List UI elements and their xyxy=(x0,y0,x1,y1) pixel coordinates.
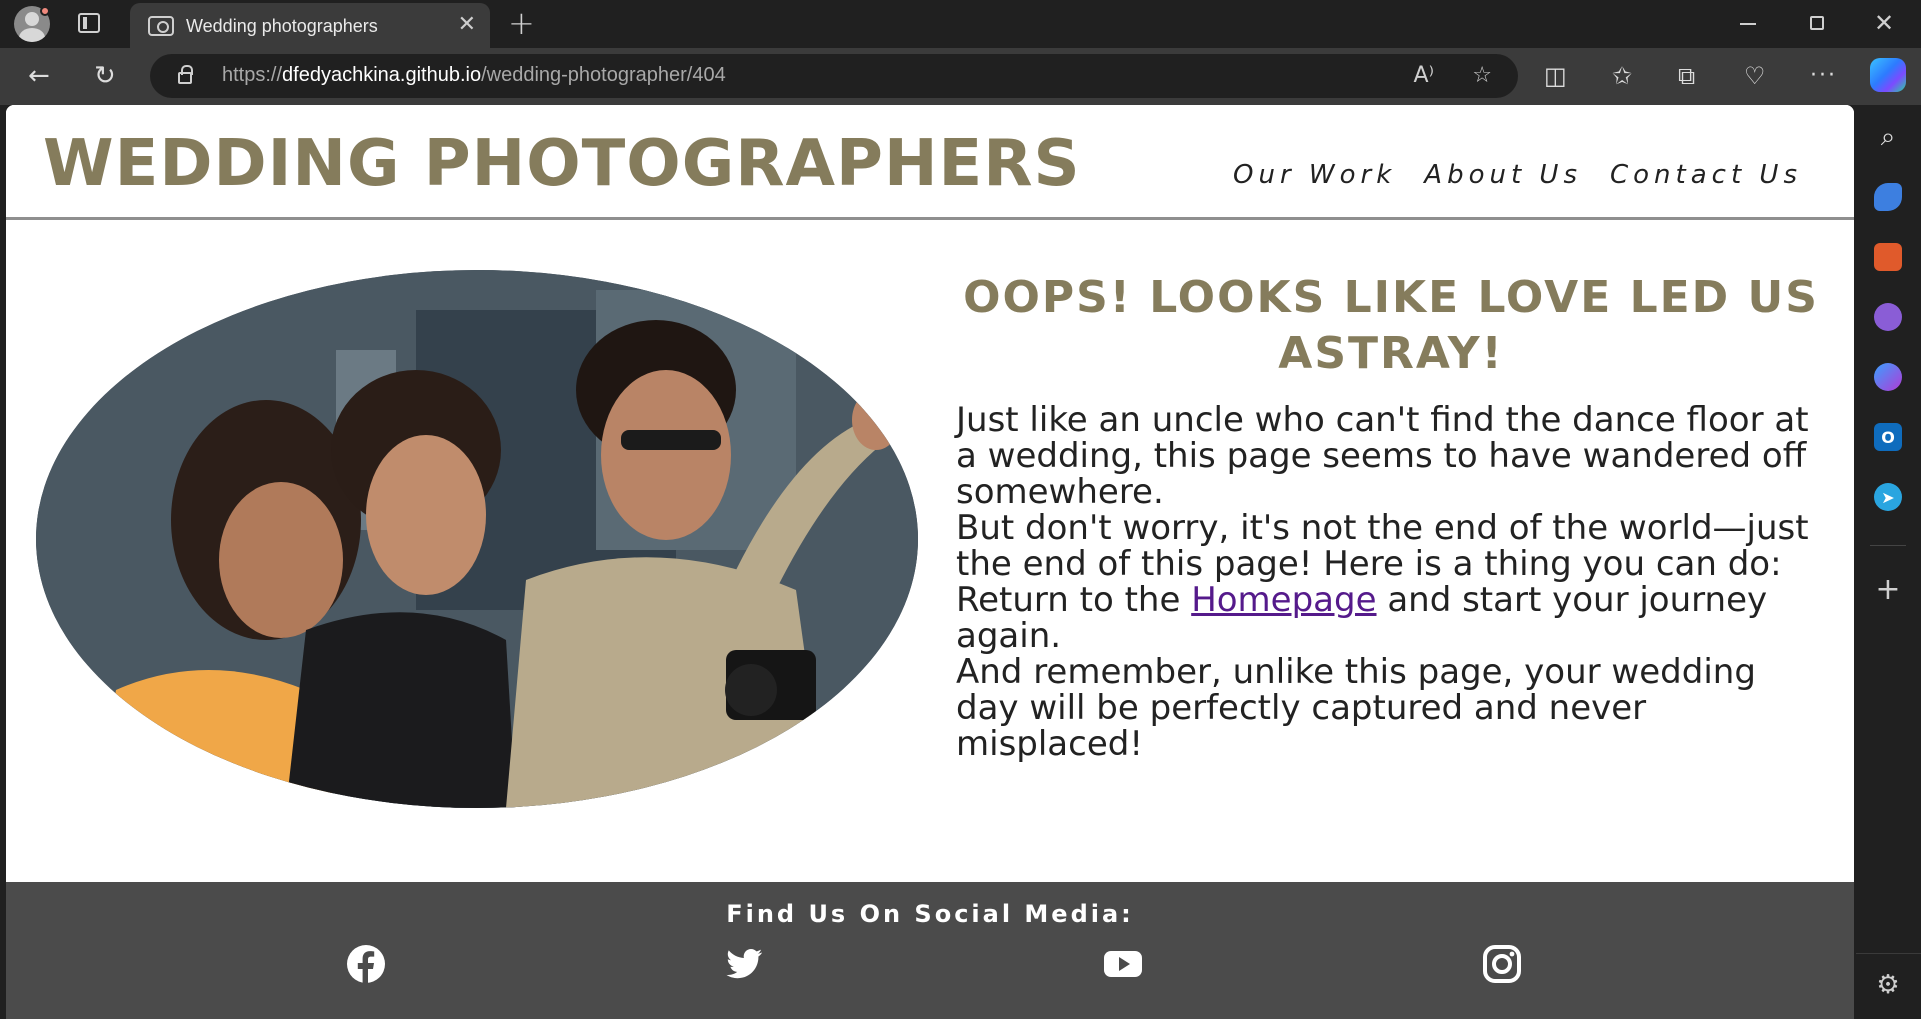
photographers-hero-image xyxy=(36,270,918,808)
refresh-icon[interactable]: ↻ xyxy=(94,62,116,90)
photo-illustration xyxy=(36,270,918,808)
site-header: WEDDING PHOTOGRAPHERS Our Work About Us … xyxy=(6,105,1854,220)
homepage-link[interactable]: Homepage xyxy=(1191,580,1376,620)
address-bar[interactable]: https://dfedyachkina.github.io/wedding-p… xyxy=(150,54,1518,98)
instagram-icon[interactable] xyxy=(1482,944,1522,984)
error-title: OOPS! LOOKS LIKE LOVE LED US ASTRAY! xyxy=(963,272,1819,379)
sidebar-divider xyxy=(1870,545,1906,546)
browser-tab-active[interactable]: Wedding photographers ✕ xyxy=(130,3,490,48)
page-viewport: WEDDING PHOTOGRAPHERS Our Work About Us … xyxy=(6,105,1854,1019)
sidebar-shopping-icon[interactable] xyxy=(1874,183,1902,211)
back-arrow-icon[interactable]: ← xyxy=(28,62,50,90)
lock-icon[interactable] xyxy=(178,65,193,84)
browser-toolbar: ← ↻ https://dfedyachkina.github.io/weddi… xyxy=(0,48,1921,105)
window-minimize-button[interactable] xyxy=(1740,23,1756,25)
split-screen-icon[interactable]: ◫ xyxy=(1544,62,1567,90)
sidebar-divider xyxy=(1856,953,1921,954)
new-tab-button[interactable]: + xyxy=(508,6,535,40)
sidebar-tools-icon[interactable] xyxy=(1874,243,1902,271)
nav-our-work[interactable]: Our Work xyxy=(1233,160,1396,190)
error-panel: OOPS! LOOKS LIKE LOVE LED US ASTRAY! Jus… xyxy=(956,270,1826,762)
error-text: Just like an uncle who can't find the da… xyxy=(956,402,1826,762)
sidebar-telegram-icon[interactable]: ➤ xyxy=(1874,483,1902,511)
read-aloud-icon[interactable]: A⁾ xyxy=(1414,64,1434,88)
profile-notification-dot xyxy=(40,6,50,16)
browser-sidebar: ⌕ O ➤ + ⚙ xyxy=(1856,105,1921,1019)
twitter-icon[interactable] xyxy=(724,944,764,984)
error-paragraph: And remember, unlike this page, your wed… xyxy=(956,652,1756,764)
nav-about-us[interactable]: About Us xyxy=(1424,160,1582,190)
facebook-icon[interactable] xyxy=(346,944,386,984)
favorites-icon[interactable]: ✩ xyxy=(1612,62,1632,90)
tab-title: Wedding photographers xyxy=(186,16,378,36)
sidebar-search-icon[interactable]: ⌕ xyxy=(1874,122,1902,152)
nav-contact-us[interactable]: Contact Us xyxy=(1610,160,1802,190)
error-paragraph: Just like an uncle who can't find the da… xyxy=(956,400,1809,512)
sidebar-settings-icon[interactable]: ⚙ xyxy=(1874,970,1902,1000)
tab-close-icon[interactable]: ✕ xyxy=(458,13,476,37)
window-restore-button[interactable] xyxy=(1810,16,1824,30)
window-close-button[interactable]: ✕ xyxy=(1874,8,1894,38)
sidebar-games-icon[interactable] xyxy=(1874,303,1902,331)
camera-favicon-icon xyxy=(148,16,174,36)
url-text[interactable]: https://dfedyachkina.github.io/wedding-p… xyxy=(222,64,726,87)
main-nav: Our Work About Us Contact Us xyxy=(1233,160,1802,190)
favorite-star-icon[interactable]: ☆ xyxy=(1472,64,1492,88)
site-logo[interactable]: WEDDING PHOTOGRAPHERS xyxy=(43,127,1081,201)
sidebar-add-icon[interactable]: + xyxy=(1874,572,1902,607)
tab-actions-icon[interactable] xyxy=(78,13,100,33)
error-paragraph-return: Return to the Homepage and start your jo… xyxy=(956,580,1768,656)
collections-icon[interactable]: ⧉ xyxy=(1678,62,1695,90)
browser-essentials-icon[interactable]: ♡ xyxy=(1744,62,1766,90)
more-menu-icon[interactable]: ··· xyxy=(1810,62,1837,90)
copilot-icon[interactable] xyxy=(1870,58,1906,92)
youtube-icon[interactable] xyxy=(1103,944,1143,984)
sidebar-outlook-icon[interactable]: O xyxy=(1874,423,1902,451)
error-paragraph: But don't worry, it's not the end of the… xyxy=(956,508,1809,584)
sidebar-office-icon[interactable] xyxy=(1874,363,1902,391)
footer-heading: Find Us On Social Media: xyxy=(726,900,1134,928)
browser-tab-bar: Wedding photographers ✕ + ✕ xyxy=(0,0,1921,48)
site-footer: Find Us On Social Media: xyxy=(6,882,1854,1019)
